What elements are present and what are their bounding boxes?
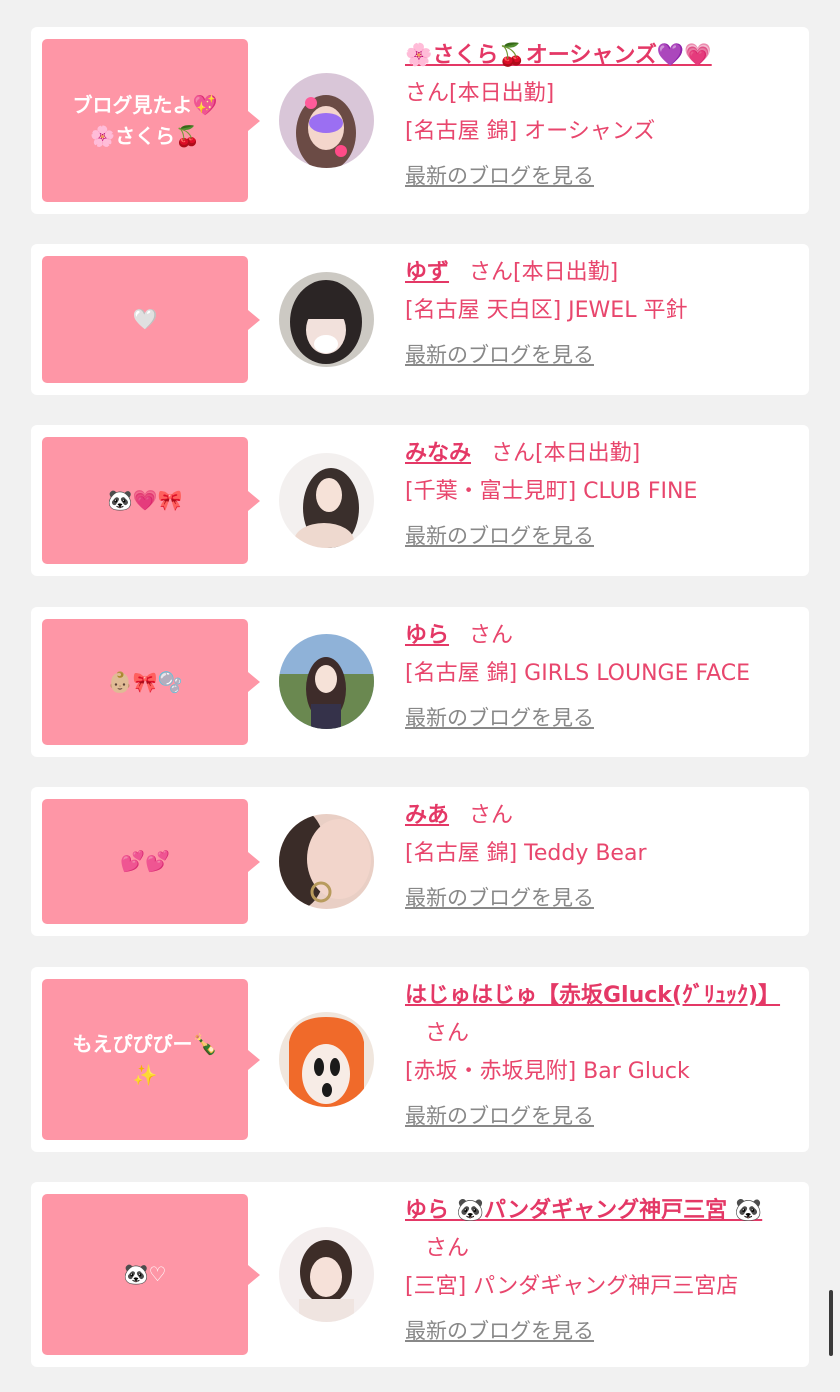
cast-name-link[interactable]: はじゅはじゅ【赤坂Gluck(ｸﾞﾘｭｯｸ)】	[405, 983, 780, 1008]
attendance-suffix: さん	[469, 803, 514, 828]
scrollbar[interactable]	[829, 1290, 833, 1356]
avatar[interactable]	[279, 1012, 374, 1107]
message-bubble: 🐼💗🎀	[42, 437, 260, 564]
blog-card: もえぴぴぴー🍾 ✨ はじゅはじゅ【赤坂Gluck(ｸﾞﾘｭｯｸ)】さん [赤坂・…	[31, 967, 809, 1152]
message-bubble: 💕💕	[42, 799, 260, 924]
message-bubble: 🤍	[42, 256, 260, 383]
cast-name-link[interactable]: 🌸さくら🍒オーシャンズ💜💗	[405, 43, 712, 68]
cast-name-link[interactable]: ゆら	[405, 623, 449, 648]
blog-card: ブログ見たよ💖 🌸さくら🍒 🌸さくら🍒オーシャンズ💜💗 さん[本日出勤] [名古…	[31, 27, 809, 214]
avatar[interactable]	[279, 814, 374, 909]
shop-label: [千葉・富士見町] CLUB FINE	[405, 479, 698, 504]
latest-blog-link[interactable]: 最新のブログを見る	[405, 699, 795, 737]
message-bubble: 🐼♡	[42, 1194, 260, 1355]
latest-blog-link[interactable]: 最新のブログを見る	[405, 517, 795, 555]
cast-name-link[interactable]: ゆず	[405, 260, 449, 285]
message-bubble: 👶🏼🎀🫧	[42, 619, 260, 745]
avatar[interactable]	[279, 73, 374, 168]
entry-info: ゆら 🐼パンダギャング神戸三宮 🐼 さん [三宮] パンダギャング神戸三宮店 最新…	[405, 1192, 795, 1350]
blog-card: 🤍 ゆず さん[本日出勤] [名古屋 天白区] JEWEL 平針 最新のブログを見…	[31, 244, 809, 395]
attendance-suffix: さん[本日出勤]	[405, 81, 555, 106]
latest-blog-link[interactable]: 最新のブログを見る	[405, 1312, 795, 1350]
attendance-suffix: さん	[425, 1021, 470, 1046]
attendance-suffix: さん[本日出勤]	[469, 260, 619, 285]
blog-card: 👶🏼🎀🫧 ゆら さん [名古屋 錦] GIRLS LOUNGE FACE 最新のブ…	[31, 607, 809, 757]
cast-name-link[interactable]: ゆら 🐼パンダギャング神戸三宮 🐼	[405, 1198, 762, 1223]
avatar[interactable]	[279, 634, 374, 729]
message-bubble: ブログ見たよ💖 🌸さくら🍒	[42, 39, 260, 202]
blog-card: 🐼💗🎀 みなみ さん[本日出勤] [千葉・富士見町] CLUB FINE 最新のブ…	[31, 425, 809, 576]
cast-name-link[interactable]: みなみ	[405, 441, 471, 466]
latest-blog-link[interactable]: 最新のブログを見る	[405, 336, 795, 374]
shop-label: [名古屋 錦] Teddy Bear	[405, 841, 647, 866]
shop-label: [名古屋 天白区] JEWEL 平針	[405, 298, 688, 323]
latest-blog-link[interactable]: 最新のブログを見る	[405, 879, 795, 917]
avatar[interactable]	[279, 1227, 374, 1322]
entry-info: 🌸さくら🍒オーシャンズ💜💗 さん[本日出勤] [名古屋 錦] オーシャンズ 最新…	[405, 37, 795, 195]
entry-info: みあ さん [名古屋 錦] Teddy Bear 最新のブログを見る	[405, 797, 795, 917]
shop-label: [名古屋 錦] GIRLS LOUNGE FACE	[405, 661, 751, 686]
blog-card: 🐼♡ ゆら 🐼パンダギャング神戸三宮 🐼 さん [三宮] パンダギャング神戸三宮店…	[31, 1182, 809, 1367]
entry-info: ゆら さん [名古屋 錦] GIRLS LOUNGE FACE 最新のブログを見る	[405, 617, 795, 737]
avatar[interactable]	[279, 272, 374, 367]
shop-label: [赤坂・赤坂見附] Bar Gluck	[405, 1059, 690, 1084]
avatar[interactable]	[279, 453, 374, 548]
entry-info: ゆず さん[本日出勤] [名古屋 天白区] JEWEL 平針 最新のブログを見る	[405, 254, 795, 374]
shop-label: [三宮] パンダギャング神戸三宮店	[405, 1274, 739, 1299]
shop-label: [名古屋 錦] オーシャンズ	[405, 119, 656, 144]
message-bubble: もえぴぴぴー🍾 ✨	[42, 979, 260, 1140]
latest-blog-link[interactable]: 最新のブログを見る	[405, 1097, 795, 1135]
entry-info: はじゅはじゅ【赤坂Gluck(ｸﾞﾘｭｯｸ)】さん [赤坂・赤坂見附] Bar …	[405, 977, 795, 1135]
attendance-suffix: さん	[469, 623, 514, 648]
entry-info: みなみ さん[本日出勤] [千葉・富士見町] CLUB FINE 最新のブログを見…	[405, 435, 795, 555]
blog-card: 💕💕 みあ さん [名古屋 錦] Teddy Bear 最新のブログを見る	[31, 787, 809, 936]
attendance-suffix: さん	[425, 1236, 470, 1261]
attendance-suffix: さん[本日出勤]	[491, 441, 641, 466]
latest-blog-link[interactable]: 最新のブログを見る	[405, 157, 795, 195]
cast-name-link[interactable]: みあ	[405, 803, 449, 828]
